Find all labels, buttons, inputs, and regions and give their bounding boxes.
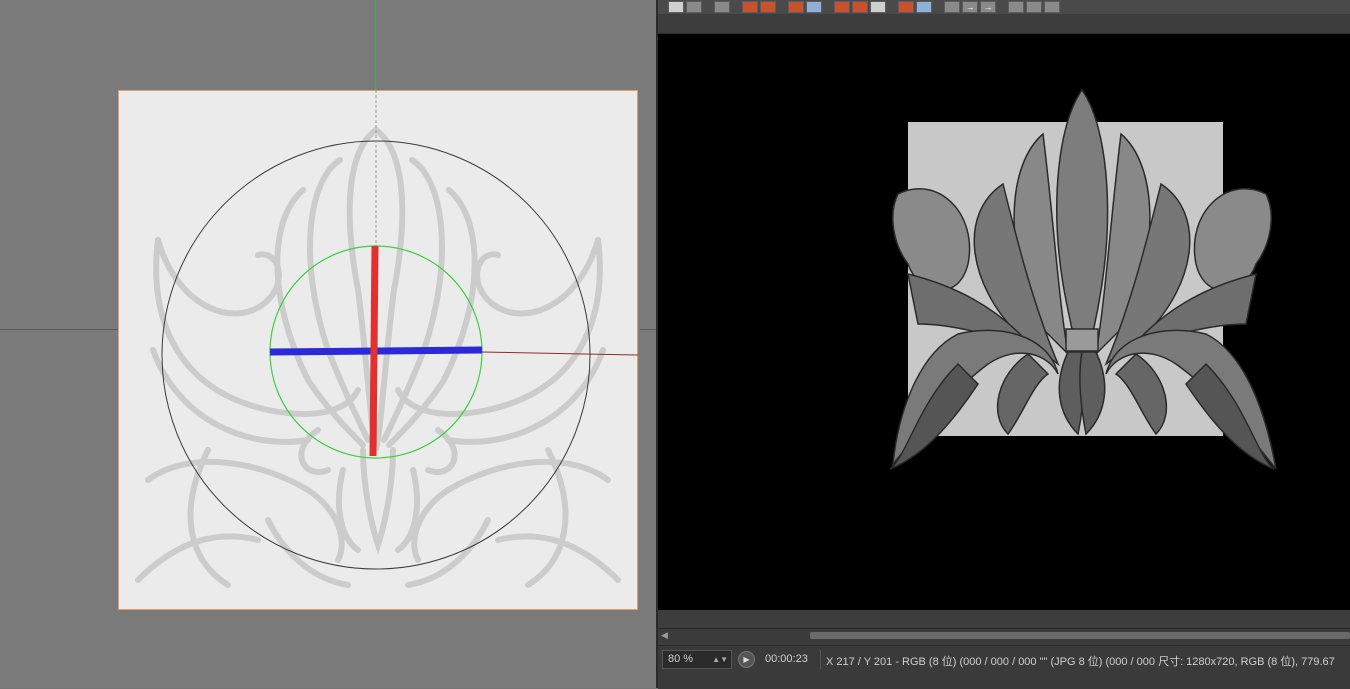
viewer-toolbar: → → bbox=[658, 0, 1350, 14]
play-button[interactable]: ▶ bbox=[738, 651, 755, 668]
y-axis-line bbox=[375, 0, 376, 92]
eye-red-2-icon[interactable] bbox=[852, 1, 868, 13]
horizontal-scrollbar[interactable]: ◀ bbox=[658, 628, 1350, 642]
timecode: 00:00:23 bbox=[765, 653, 808, 665]
eye-icon[interactable] bbox=[870, 1, 886, 13]
gizmo-x-axis[interactable] bbox=[369, 245, 379, 457]
panel-3-icon[interactable] bbox=[1044, 1, 1060, 13]
fit-icon[interactable] bbox=[714, 1, 730, 13]
x-axis-line-right bbox=[640, 329, 656, 330]
eraser-icon[interactable] bbox=[668, 1, 684, 13]
status-divider bbox=[820, 650, 821, 669]
stop-red-icon[interactable] bbox=[742, 1, 758, 13]
channel-icon[interactable] bbox=[788, 1, 804, 13]
status-bar: 80 % ▲▼ ▶ 00:00:23 X 217 / Y 201 - RGB (… bbox=[658, 645, 1350, 689]
lock-icon[interactable] bbox=[686, 1, 702, 13]
arrow-right-2-icon[interactable]: → bbox=[980, 1, 996, 13]
relief-panel[interactable] bbox=[118, 90, 638, 610]
arrow-right-icon[interactable]: → bbox=[962, 1, 978, 13]
compare-2-icon[interactable] bbox=[916, 1, 932, 13]
toolbar-strip bbox=[658, 14, 1350, 34]
layers-icon[interactable] bbox=[806, 1, 822, 13]
compare-icon[interactable] bbox=[898, 1, 914, 13]
render-viewer: → → ◀ 80 % ▲▼ ▶ 00:00:23 X 217 / Y 201 -… bbox=[656, 0, 1350, 689]
zoom-value: 80 % bbox=[668, 653, 694, 665]
relief-drawing bbox=[135, 90, 638, 588]
stop-red-2-icon[interactable] bbox=[760, 1, 776, 13]
lut-icon[interactable] bbox=[944, 1, 960, 13]
panel-icon[interactable] bbox=[1008, 1, 1024, 13]
scroll-thumb[interactable] bbox=[810, 632, 1350, 639]
panel-2-icon[interactable] bbox=[1026, 1, 1042, 13]
zoom-spinner-icon[interactable]: ▲▼ bbox=[712, 651, 728, 668]
scroll-left-icon[interactable]: ◀ bbox=[661, 630, 668, 641]
zoom-field[interactable]: 80 % ▲▼ bbox=[662, 650, 732, 669]
render-image[interactable] bbox=[658, 34, 1350, 610]
pixel-info: X 217 / Y 201 - RGB (8 位) (000 / 000 / 0… bbox=[826, 656, 1335, 668]
3d-viewport[interactable] bbox=[0, 0, 656, 688]
eye-red-icon[interactable] bbox=[834, 1, 850, 13]
x-axis-line bbox=[0, 329, 118, 330]
rendered-ornament bbox=[889, 88, 1277, 470]
